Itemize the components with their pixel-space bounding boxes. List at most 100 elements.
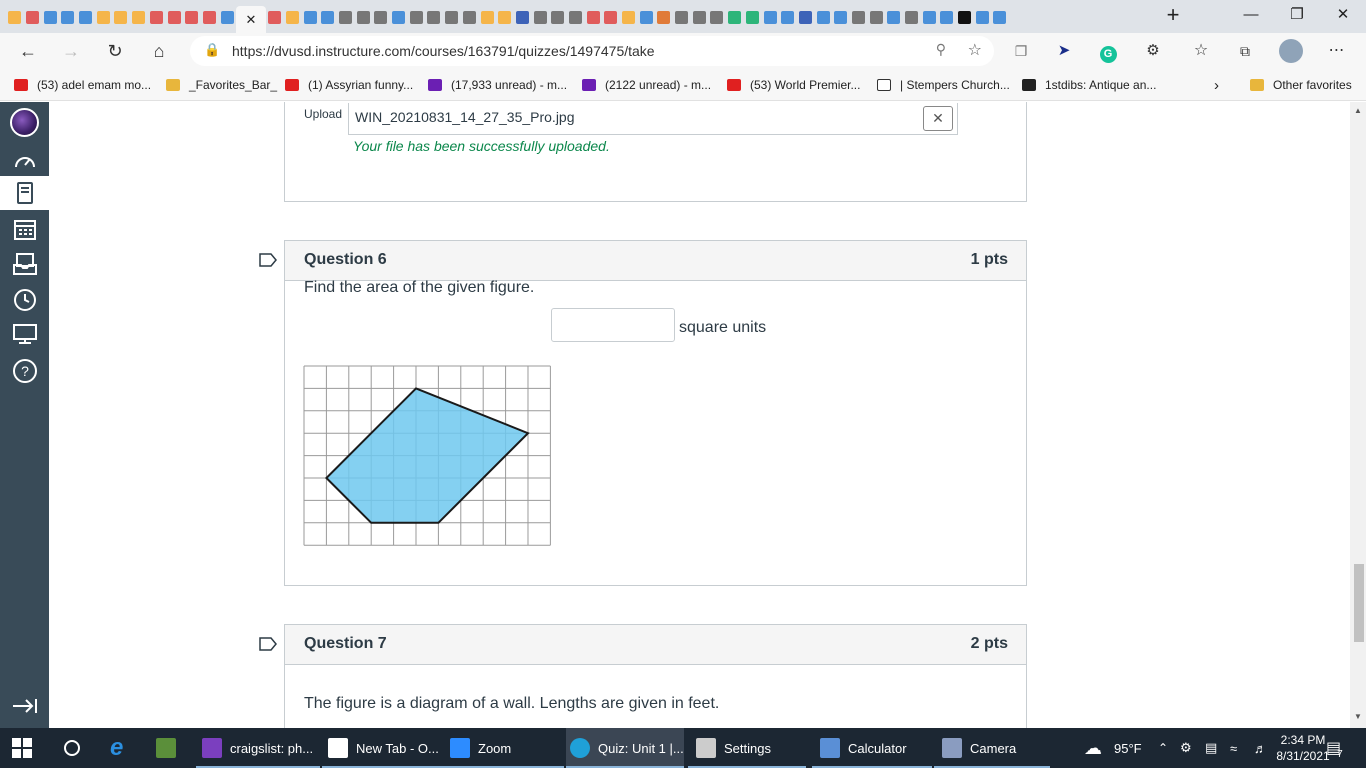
- expand-nav-icon[interactable]: [0, 689, 49, 723]
- internet-explorer-icon[interactable]: e: [110, 728, 123, 768]
- favorite-item[interactable]: | Stempers Church...: [877, 76, 1010, 94]
- browser-tab[interactable]: [973, 6, 991, 28]
- weather-cloud-icon[interactable]: ☁: [1084, 728, 1102, 768]
- browser-tab[interactable]: [41, 6, 59, 28]
- favorite-item[interactable]: Other favorites: [1250, 76, 1352, 94]
- send-icon[interactable]: ➤: [1053, 40, 1075, 62]
- browser-tab[interactable]: [407, 6, 425, 28]
- browser-tab[interactable]: [637, 6, 655, 28]
- browser-tab[interactable]: [797, 6, 815, 28]
- browser-tab[interactable]: [903, 6, 921, 28]
- taskbar-item[interactable]: Camera: [934, 728, 1050, 768]
- browser-tab[interactable]: [673, 6, 691, 28]
- browser-tab[interactable]: [478, 6, 496, 28]
- browser-tab[interactable]: [112, 6, 130, 28]
- minimize-button[interactable]: —: [1228, 4, 1274, 28]
- browser-tab[interactable]: [708, 6, 726, 28]
- more-favorites-chevron-icon[interactable]: ›: [1214, 76, 1219, 94]
- browser-tab[interactable]: [183, 6, 201, 28]
- back-button[interactable]: ←: [17, 40, 39, 62]
- browser-tab[interactable]: [77, 6, 95, 28]
- taskbar-item[interactable]: Quiz: Unit 1 |...: [566, 728, 684, 768]
- favorite-item[interactable]: (2122 unread) - m...: [582, 76, 711, 94]
- browser-tab[interactable]: [130, 6, 148, 28]
- active-browser-tab[interactable]: ✕: [235, 6, 266, 33]
- browser-tab[interactable]: [94, 6, 112, 28]
- browser-tab[interactable]: [620, 6, 638, 28]
- dashboard-icon[interactable]: [0, 144, 49, 178]
- answer-input[interactable]: [551, 308, 675, 342]
- page-scrollbar[interactable]: ▲ ▼: [1350, 102, 1366, 728]
- browser-tab[interactable]: [354, 6, 372, 28]
- zoom-icon[interactable]: ⚲: [936, 41, 946, 58]
- browser-tab[interactable]: [301, 6, 319, 28]
- taskbar-item[interactable]: Calculator: [812, 728, 932, 768]
- browser-tab[interactable]: [602, 6, 620, 28]
- collections-icon[interactable]: ❐: [1010, 40, 1032, 62]
- browser-tab[interactable]: [938, 6, 956, 28]
- inbox-icon[interactable]: [0, 247, 49, 281]
- close-icon[interactable]: ✕: [245, 12, 256, 28]
- favorite-item[interactable]: (1) Assyrian funny...: [285, 76, 413, 94]
- browser-tab[interactable]: [496, 6, 514, 28]
- history-clock-icon[interactable]: [0, 283, 49, 317]
- collections-button-icon[interactable]: ⧉: [1234, 40, 1256, 62]
- browser-tab[interactable]: [218, 6, 236, 28]
- browser-tab[interactable]: [655, 6, 673, 28]
- restore-button[interactable]: ❐: [1274, 4, 1320, 28]
- browser-tab[interactable]: [425, 6, 443, 28]
- browser-tab[interactable]: [690, 6, 708, 28]
- tray-network-icon[interactable]: ▤: [1205, 728, 1217, 768]
- favorite-item[interactable]: (17,933 unread) - m...: [428, 76, 567, 94]
- windows-start-icon[interactable]: [12, 728, 32, 768]
- close-window-button[interactable]: ✕: [1320, 4, 1366, 28]
- browser-tab[interactable]: [567, 6, 585, 28]
- browser-tab[interactable]: [461, 6, 479, 28]
- tray-chevron-icon[interactable]: ⌃: [1158, 728, 1168, 768]
- calendar-icon[interactable]: [0, 212, 49, 246]
- browser-tab[interactable]: [726, 6, 744, 28]
- tray-app-icon[interactable]: ⚙: [1180, 728, 1192, 768]
- help-icon[interactable]: ?: [0, 354, 49, 388]
- browser-tab[interactable]: [390, 6, 408, 28]
- taskbar-item[interactable]: Zoom: [446, 728, 564, 768]
- clock[interactable]: 2:34 PM 8/31/2021: [1276, 728, 1329, 768]
- browser-tab[interactable]: [832, 6, 850, 28]
- browser-tab[interactable]: [372, 6, 390, 28]
- taskbar-item[interactable]: craigslist: ph...: [196, 728, 320, 768]
- favorite-item[interactable]: (53) adel emam mo...: [14, 76, 151, 94]
- browser-tab[interactable]: [319, 6, 337, 28]
- browser-tab[interactable]: [284, 6, 302, 28]
- address-bar[interactable]: 🔒 https://dvusd.instructure.com/courses/…: [190, 36, 994, 66]
- scroll-up-icon[interactable]: ▲: [1354, 106, 1362, 115]
- scroll-down-icon[interactable]: ▼: [1354, 712, 1362, 721]
- flag-question-icon[interactable]: [259, 253, 277, 267]
- studio-icon[interactable]: [0, 318, 49, 352]
- browser-tab[interactable]: [24, 6, 42, 28]
- extensions-icon[interactable]: ⚙: [1142, 40, 1164, 62]
- browser-tab[interactable]: [514, 6, 532, 28]
- browser-tab[interactable]: [59, 6, 77, 28]
- browser-tab[interactable]: [761, 6, 779, 28]
- browser-tab[interactable]: [531, 6, 549, 28]
- browser-tab[interactable]: [549, 6, 567, 28]
- weather-temperature[interactable]: 95°F: [1114, 728, 1142, 768]
- notifications-icon[interactable]: ▤ 7: [1326, 728, 1343, 768]
- favorite-item[interactable]: 1stdibs: Antique an...: [1022, 76, 1156, 94]
- browser-tab[interactable]: [991, 6, 1009, 28]
- browser-tab[interactable]: [744, 6, 762, 28]
- remove-file-button[interactable]: ✕: [923, 106, 953, 131]
- favorite-item[interactable]: (53) World Premier...: [727, 76, 860, 94]
- browser-tab[interactable]: [201, 6, 219, 28]
- browser-tab[interactable]: [584, 6, 602, 28]
- browser-tab[interactable]: [850, 6, 868, 28]
- browser-tab[interactable]: [956, 6, 974, 28]
- browser-tab[interactable]: [266, 6, 284, 28]
- browser-tab[interactable]: [337, 6, 355, 28]
- browser-tab[interactable]: [443, 6, 461, 28]
- search-icon[interactable]: [62, 728, 82, 768]
- more-menu-icon[interactable]: ⋯: [1326, 40, 1348, 62]
- forward-button[interactable]: →: [60, 40, 82, 62]
- browser-tab[interactable]: [920, 6, 938, 28]
- taskbar-item[interactable]: New Tab - O...: [322, 728, 446, 768]
